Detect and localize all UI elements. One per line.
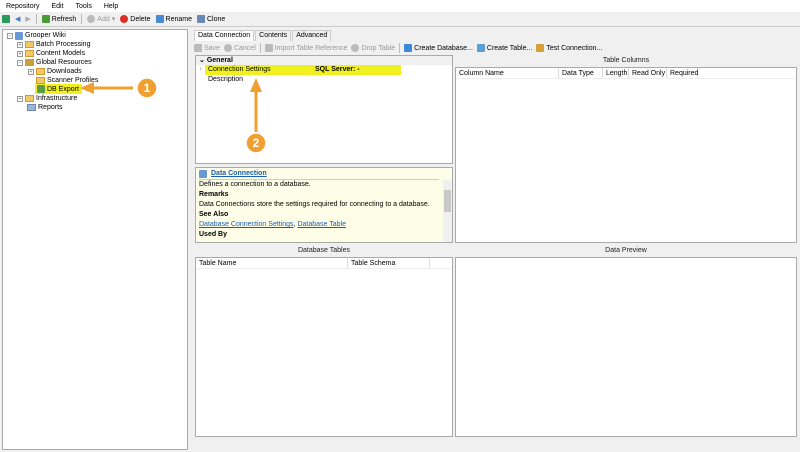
annotation-number-2: 2	[253, 136, 260, 150]
annotation-arrow-1	[80, 82, 133, 94]
annotation-arrow-2	[250, 78, 262, 132]
annotation-number-1: 1	[144, 81, 151, 95]
annotation-overlay: 1 2	[80, 77, 267, 154]
